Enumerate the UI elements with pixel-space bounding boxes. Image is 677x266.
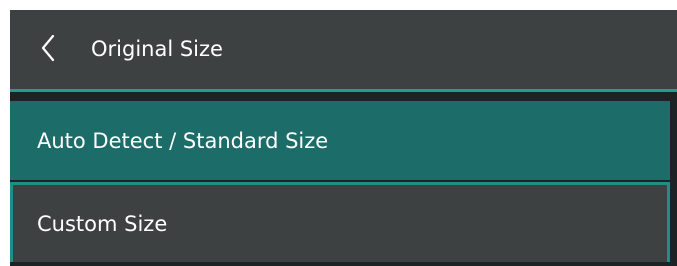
header-divider	[10, 89, 677, 92]
page-title: Original Size	[91, 37, 223, 61]
back-button[interactable]	[26, 28, 70, 72]
original-size-screen: Original Size Auto Detect / Standard Siz…	[10, 10, 677, 266]
option-custom-size[interactable]: Custom Size	[10, 182, 670, 262]
option-label: Custom Size	[37, 211, 168, 236]
option-auto-detect[interactable]: Auto Detect / Standard Size	[10, 101, 670, 180]
chevron-left-icon	[40, 34, 56, 66]
option-label: Auto Detect / Standard Size	[37, 128, 329, 153]
header-bar: Original Size	[10, 10, 677, 89]
